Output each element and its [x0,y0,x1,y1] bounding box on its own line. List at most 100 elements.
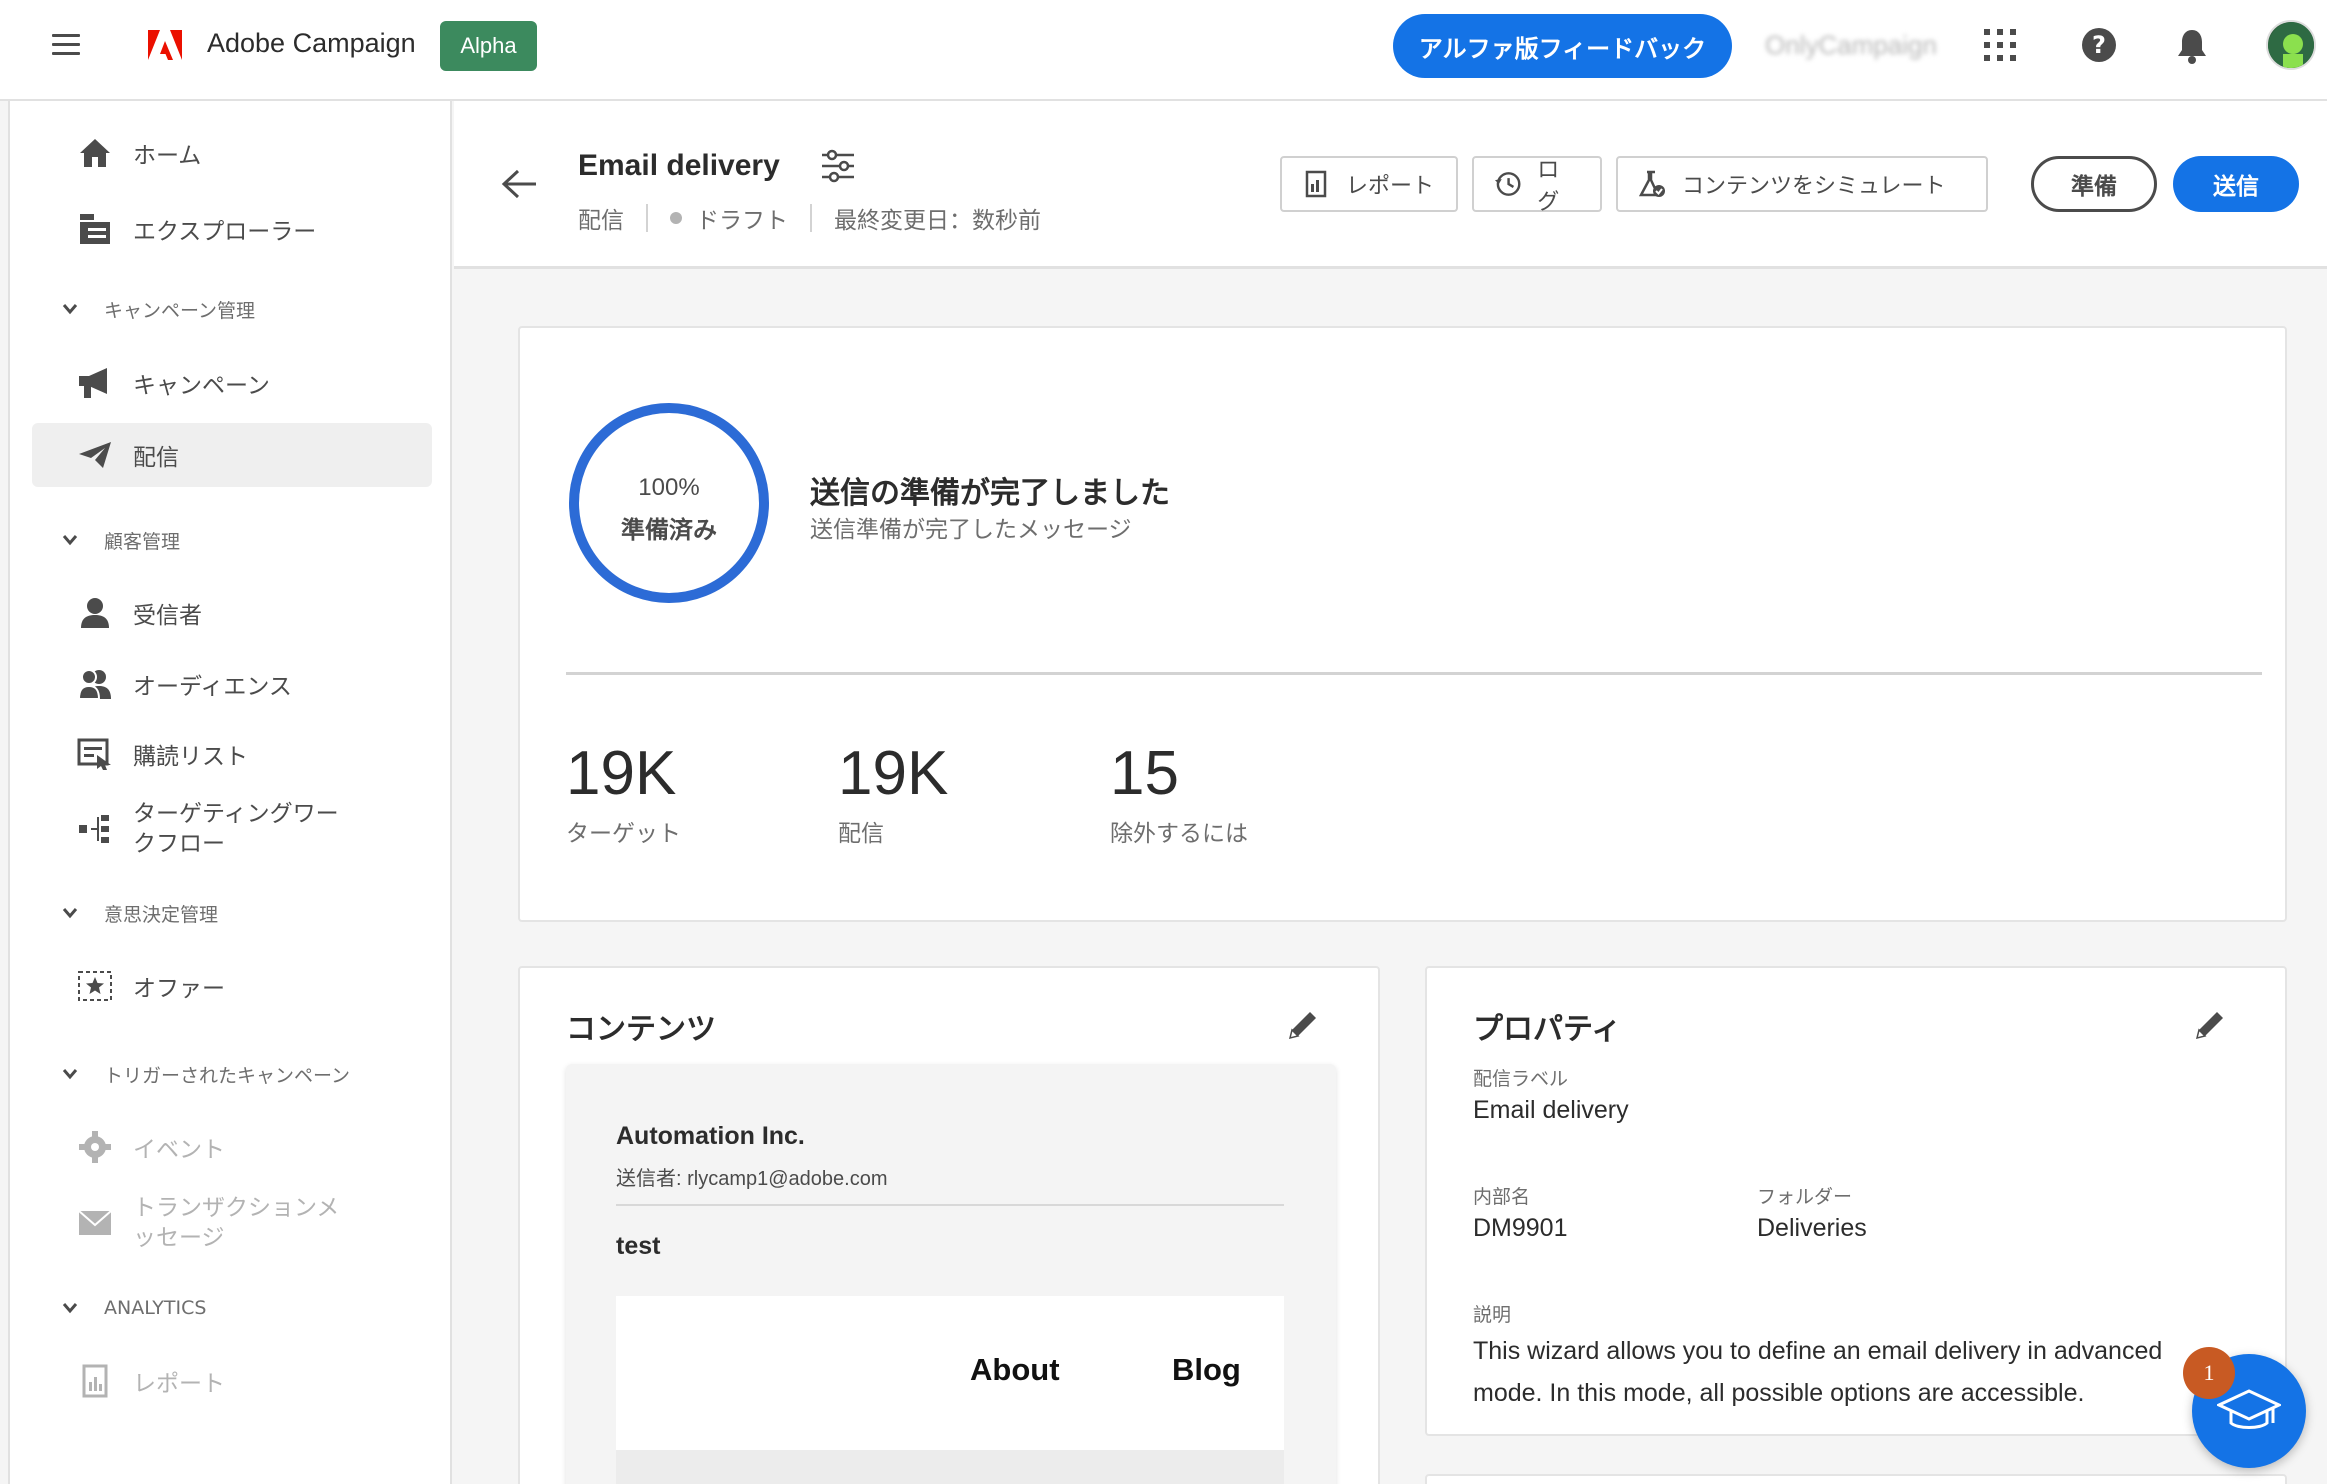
apps-grid-icon[interactable] [1984,29,2016,61]
last-modified: 最終変更日：数秒前 [834,208,1041,234]
stat-target: 19K ターゲット [566,738,681,848]
help-icon[interactable]: ? [2082,28,2116,62]
progress-percent: 100% [638,474,700,501]
section-label: トリガーされたキャンペーン [104,1064,351,1087]
property-label-caption: 配信ラベル [1473,1068,1569,1090]
sender-name: Automation Inc. [616,1122,805,1150]
sidebar-item-label: トランザクションメ ッセージ [133,1193,339,1253]
report-button[interactable]: レポート [1280,156,1458,212]
send-button[interactable]: 送信 [2173,156,2299,212]
simulate-content-button[interactable]: コンテンツをシミュレート [1616,156,1988,212]
offer-star-icon [77,968,113,1004]
user-avatar[interactable] [2266,20,2316,70]
button-label: ログ [1537,158,1560,215]
edit-pencil-icon[interactable] [1286,1008,1320,1042]
org-switcher[interactable]: OnlyCampaign [1765,30,1937,61]
sidebar-item-label: ホーム [133,143,202,169]
email-link-blog: Blog [1172,1352,1241,1387]
sidebar-item-label: オファー [133,976,225,1002]
section-decision-management[interactable]: 意思決定管理 [62,898,218,928]
adobe-logo-icon [148,30,182,60]
notifications-bell-icon[interactable] [2175,28,2209,64]
sidebar-item-label: 受信者 [133,603,202,629]
chevron-down-icon [62,908,78,919]
email-body: About Blog [616,1296,1284,1484]
back-arrow-icon[interactable] [500,167,540,201]
delivery-type: 配信 [578,208,624,234]
envelope-icon [77,1205,113,1241]
chevron-down-icon [62,535,78,546]
sidebar-item-targeting-workflows[interactable]: ターゲティングワー クフロー [32,789,432,869]
menu-icon[interactable] [52,34,80,56]
divider [566,672,2262,675]
top-bar: Adobe Campaign Alpha アルファ版フィードバック OnlyCa… [0,0,2327,101]
properties-card: プロパティ 配信ラベル Email delivery 内部名 DM9901 フォ… [1425,966,2287,1436]
delivery-meta: 配信 ドラフト 最終変更日：数秒前 [578,201,1041,235]
edit-pencil-icon[interactable] [2193,1008,2227,1042]
sidebar-item-label: 購読リスト [133,744,248,770]
card-title: コンテンツ [566,1012,716,1047]
user-icon [77,595,113,631]
sidebar-item-recipients[interactable]: 受信者 [32,581,432,645]
sidebar-item-subscriptions[interactable]: 購読リスト [32,722,432,786]
chevron-down-icon [62,304,78,315]
audience-icon [77,666,113,702]
page-header: Email delivery 配信 ドラフト 最終変更日：数秒前 レポート ログ… [454,101,2327,269]
sidebar-item-offers[interactable]: オファー [32,954,432,1018]
prepare-button[interactable]: 準備 [2031,156,2157,212]
sidebar-item-audiences[interactable]: オーディエンス [32,652,432,716]
section-label: 顧客管理 [104,530,181,553]
progress-label: 準備済み [621,516,717,544]
log-button[interactable]: ログ [1472,156,1602,215]
status-badge: ドラフト [696,208,788,234]
explorer-icon [77,211,113,247]
sidebar-item-label: エクスプローラー [133,219,317,245]
delivery-status-card: 100% 準備済み 送信の準備が完了しました 送信準備が完了したメッセージ 19… [518,326,2287,922]
section-customer-management[interactable]: 顧客管理 [62,525,180,555]
chevron-down-icon [62,1069,78,1080]
property-folder-caption: フォルダー [1757,1186,1853,1208]
section-campaign-management[interactable]: キャンペーン管理 [62,294,255,324]
status-dot [670,212,682,224]
sidebar-item-reports[interactable]: レポート [32,1349,432,1413]
home-icon [77,135,113,171]
property-description-caption: 説明 [1473,1304,1512,1326]
graduation-cap-icon [2217,1389,2281,1429]
label-line-2: ッセージ [133,1225,225,1251]
sidebar-item-home[interactable]: ホーム [32,121,432,185]
section-analytics[interactable]: ANALYTICS [62,1293,206,1323]
label-line-1: ターゲティングワー [133,801,339,827]
divider [810,204,812,232]
sidebar-item-explorer[interactable]: エクスプローラー [32,197,432,261]
button-label: コンテンツをシミュレート [1682,174,1946,199]
sidebar-item-campaigns[interactable]: キャンペーン [32,351,432,415]
next-card [1425,1474,2287,1484]
label-line-2: クフロー [133,831,225,857]
card-title: プロパティ [1473,1012,1622,1047]
sidebar-item-transactional-messages[interactable]: トランザクションメ ッセージ [32,1183,432,1263]
app-title[interactable]: Adobe Campaign [207,28,416,59]
label-line-1: トランザクションメ [133,1195,340,1221]
sidebar-item-label: キャンペーン [133,373,270,399]
email-subject: test [616,1232,661,1260]
feedback-button[interactable]: アルファ版フィードバック [1393,14,1732,78]
sidebar-item-deliveries[interactable]: 配信 [32,423,432,487]
section-triggered-campaigns[interactable]: トリガーされたキャンペーン [62,1059,350,1089]
stat-label: 配信 [838,821,884,847]
email-preview[interactable]: Automation Inc. 送信者: rlycamp1@adobe.com … [566,1064,1336,1484]
property-folder-value: Deliveries [1757,1214,1867,1242]
report-icon [77,1363,113,1399]
sender-address: 送信者: rlycamp1@adobe.com [616,1168,888,1190]
report-icon [1305,170,1327,198]
section-label: キャンペーン管理 [104,299,256,322]
stat-label: 除外するには [1110,821,1248,847]
stat-value: 19K [838,739,949,808]
sidebar-item-events[interactable]: イベント [32,1115,432,1179]
button-label: レポート [1346,174,1435,199]
stat-excluded: 15 除外するには [1110,738,1248,848]
settings-sliders-icon[interactable] [820,149,856,183]
email-link-about: About [970,1352,1060,1387]
workflow-icon [77,811,113,847]
stat-label: ターゲット [566,821,681,847]
section-label: ANALYTICS [104,1297,207,1319]
